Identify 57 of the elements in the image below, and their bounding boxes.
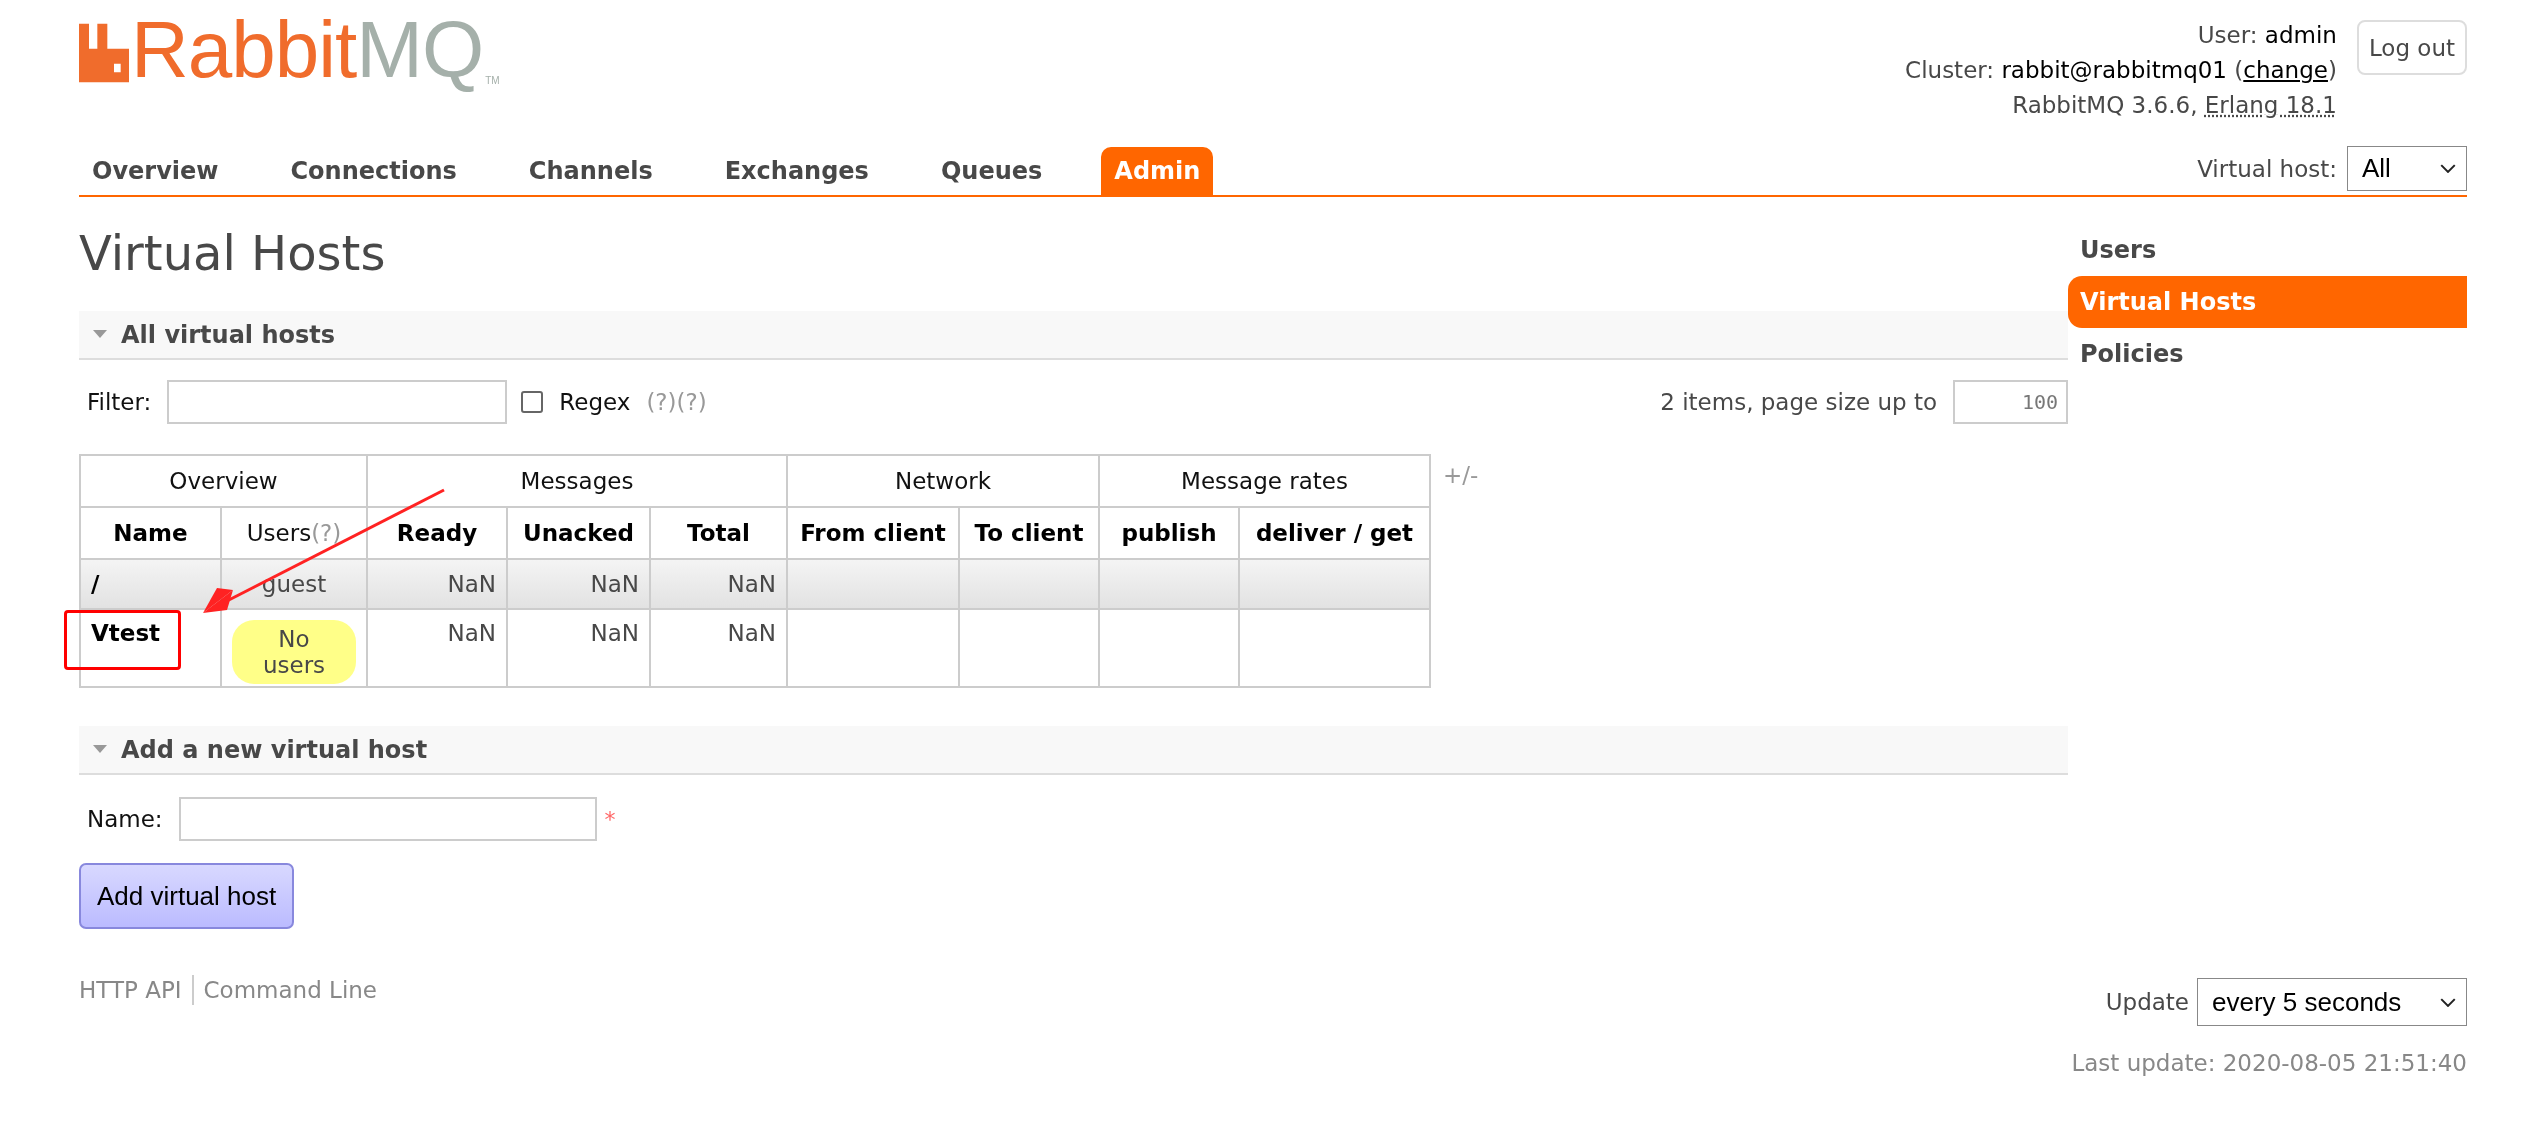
user-label: User: — [2197, 22, 2258, 48]
filter-label: Filter: — [87, 389, 152, 415]
vhost-name-link[interactable]: Vtest — [91, 620, 161, 646]
table-cell: NaN — [507, 559, 650, 609]
virtual-host-select[interactable]: All — [2347, 146, 2467, 191]
user-name: admin — [2264, 22, 2337, 48]
section-header[interactable]: Add a new virtual host — [79, 726, 2068, 775]
column-group-header: Network — [787, 455, 1099, 507]
nav-tab[interactable]: Exchanges — [711, 147, 882, 195]
regex-checkbox[interactable] — [521, 391, 544, 413]
update-label: Update — [2105, 989, 2189, 1015]
table-cell: NaN — [650, 559, 787, 609]
trademark-mark: TM — [485, 75, 500, 86]
logout-button[interactable]: Log out — [2356, 20, 2467, 75]
logo-wordmark-suffix: MQ — [356, 10, 484, 90]
required-mark: * — [604, 806, 616, 832]
name-label: Name: — [87, 806, 163, 832]
last-update-text: Last update: 2020-08-05 21:51:40 — [2070, 1050, 2467, 1076]
update-interval-select[interactable]: every 5 seconds — [2197, 978, 2467, 1026]
paging-text: 2 items, page size up to — [1660, 389, 1937, 415]
footer-link[interactable]: HTTP API — [79, 977, 182, 1003]
change-link[interactable]: change — [2243, 57, 2328, 83]
table-cell: NaN — [367, 609, 507, 687]
closing-parenthesis: ) — [2327, 57, 2337, 83]
nav-tab[interactable]: Connections — [277, 147, 470, 195]
vhost-name-link[interactable]: / — [91, 571, 100, 597]
footer-link[interactable]: Command Line — [203, 977, 378, 1003]
cluster-label: Cluster: — [1905, 57, 1995, 83]
nav-tab[interactable]: Overview — [79, 147, 232, 195]
sidebar-item[interactable]: Users — [2068, 224, 2467, 276]
virtual-host-label: Virtual host: — [2197, 155, 2337, 182]
erlang-version: Erlang 18.1 — [2204, 92, 2337, 118]
filter-field[interactable] — [167, 380, 508, 424]
opening-parenthesis: ( — [2234, 57, 2244, 83]
logo-wordmark: Rabbit — [131, 10, 357, 90]
table-cell: NaN — [650, 609, 787, 687]
table-cell: NaN — [367, 559, 507, 609]
nav-tab[interactable]: Channels — [515, 147, 666, 195]
rabbit-logo-icon — [79, 22, 129, 84]
column-group-header: Message rates — [1099, 455, 1430, 507]
regex-label: Regex — [559, 389, 631, 415]
caret-icon — [2440, 164, 2456, 173]
version-text: RabbitMQ 3.6.6, — [2012, 92, 2198, 118]
sidebar-item[interactable]: Policies — [2068, 328, 2467, 380]
caret-icon — [2440, 997, 2456, 1007]
column-group-header: Overview — [80, 455, 367, 507]
nav-tab[interactable]: Queues — [927, 147, 1056, 195]
table-cell: NaN — [507, 609, 650, 687]
page-title: Virtual Hosts — [79, 225, 387, 281]
column-group-header: Messages — [367, 455, 787, 507]
name-field[interactable] — [178, 797, 597, 841]
add-virtual-host-button[interactable]: Add virtual host — [79, 863, 295, 929]
warning-badge: No users — [232, 620, 356, 684]
cluster-name: rabbit@rabbitmq01 — [2001, 57, 2227, 83]
section-header[interactable]: All virtual hosts — [79, 311, 2068, 360]
page-size-field[interactable]: 100 — [1953, 380, 2068, 424]
table-cell: guest — [261, 571, 327, 597]
